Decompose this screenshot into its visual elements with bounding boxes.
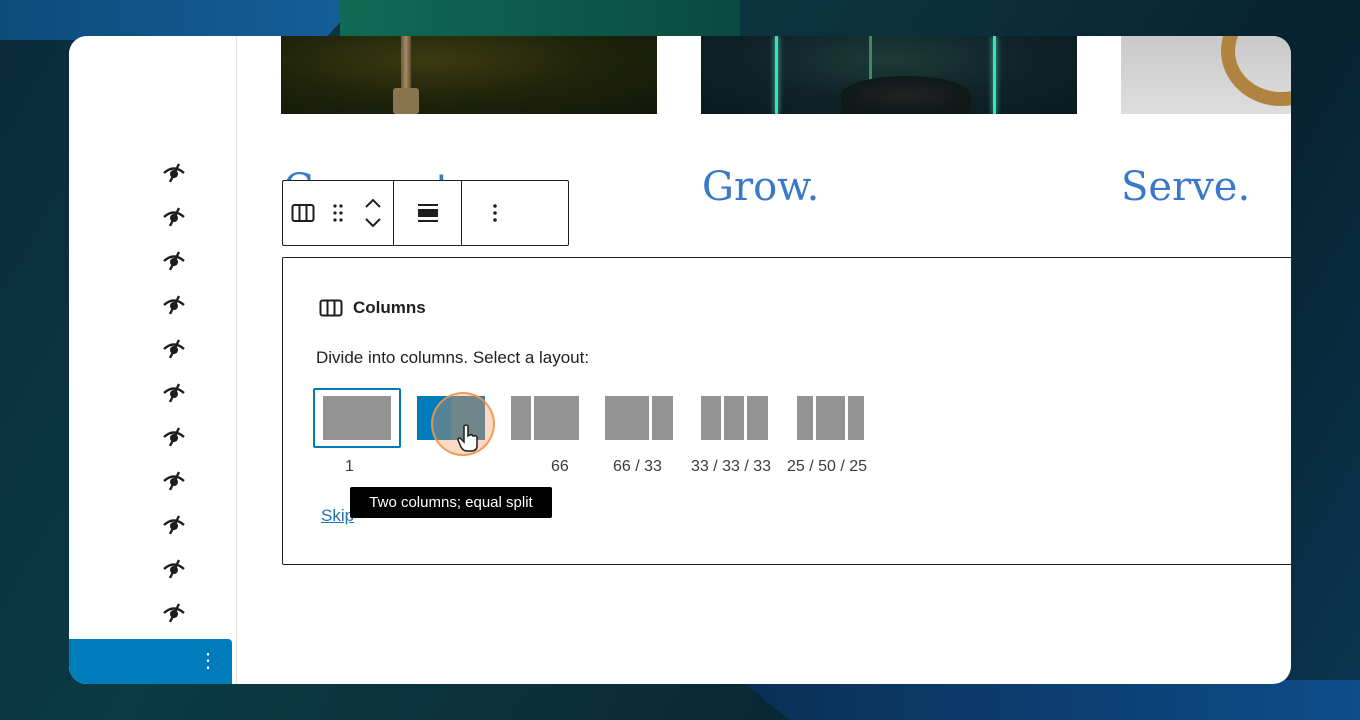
drag-handle-icon[interactable]	[323, 181, 353, 245]
placeholder-title: Columns	[319, 298, 426, 318]
heading-grow[interactable]: Grow.	[702, 162, 819, 212]
layout-label: 66 / 33	[613, 458, 662, 475]
align-wide-icon[interactable]	[408, 181, 448, 245]
visibility-hidden-icon[interactable]	[161, 556, 187, 582]
columns-icon	[319, 299, 343, 317]
list-view-sidebar: ⋮	[69, 36, 237, 684]
editor-window: ⋮ Connect. Grow. Serve.	[69, 36, 1291, 684]
columns-icon[interactable]	[283, 181, 323, 245]
column-image-3	[1121, 36, 1291, 114]
placeholder-instructions: Divide into columns. Select a layout:	[316, 348, 590, 367]
more-vertical-icon[interactable]: ⋮	[198, 649, 218, 673]
visibility-hidden-icon[interactable]	[161, 248, 187, 274]
chevron-up-icon[interactable]	[363, 196, 383, 210]
visibility-hidden-icon[interactable]	[161, 380, 187, 406]
move-buttons	[353, 181, 393, 245]
toolbar-group-block	[283, 181, 394, 245]
column-image-1	[281, 36, 657, 114]
visibility-hidden-icon[interactable]	[161, 468, 187, 494]
background-shape	[340, 0, 740, 40]
visibility-hidden-icon[interactable]	[161, 160, 187, 186]
visibility-hidden-icon[interactable]	[161, 292, 187, 318]
visibility-hidden-icon[interactable]	[161, 204, 187, 230]
visibility-hidden-icon[interactable]	[161, 424, 187, 450]
toolbar-group-options	[462, 181, 528, 245]
toolbar-group-align	[394, 181, 462, 245]
layout-tooltip: Two columns; equal split	[350, 487, 552, 518]
placeholder-title-text: Columns	[353, 298, 426, 317]
more-vertical-icon[interactable]	[475, 181, 515, 245]
block-toolbar	[282, 180, 569, 246]
background-shape	[0, 0, 360, 40]
layout-label: 1	[345, 458, 354, 475]
layout-label: 33 / 33 / 33	[691, 458, 772, 475]
column-image-2	[701, 36, 1077, 114]
sidebar-item-selected[interactable]: ⋮	[69, 639, 232, 684]
heading-serve[interactable]: Serve.	[1121, 162, 1250, 212]
layout-label: 66	[551, 458, 569, 475]
visibility-hidden-icon[interactable]	[161, 512, 187, 538]
pointer-hand-icon	[457, 424, 478, 452]
background-shape	[740, 680, 1360, 720]
layout-label: 25 / 50 / 25	[787, 458, 868, 475]
chevron-down-icon[interactable]	[363, 216, 383, 230]
visibility-hidden-icon[interactable]	[161, 336, 187, 362]
visibility-hidden-icon[interactable]	[161, 600, 187, 626]
